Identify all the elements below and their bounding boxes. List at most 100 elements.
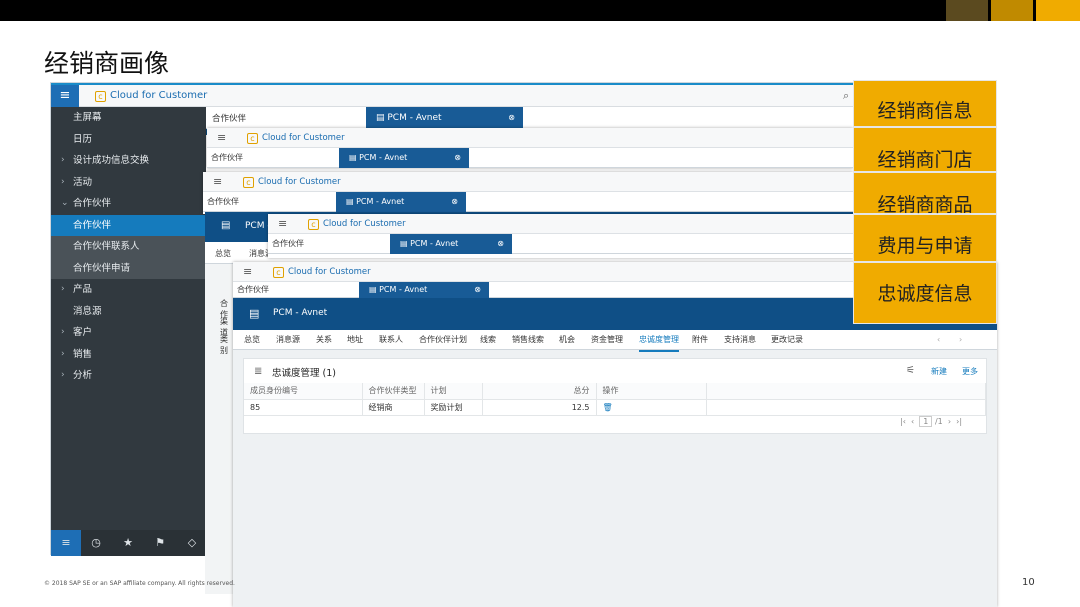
sidebar-item-home[interactable]: 主屏幕 [51,107,206,129]
tab-pcm-avnet[interactable]: ▤ PCM - Avnet ⊗ [339,148,469,168]
sidebar-item-label: 活动 [73,176,93,188]
tab-addresses[interactable]: 地址 [347,330,363,350]
tab-attachments[interactable]: 附件 [692,330,708,350]
tab-change-log[interactable]: 更改记录 [771,330,803,350]
callout-dealer-info: 经销商信息 [853,80,997,127]
empty-cell [706,399,986,416]
loyalty-table: 成员身份编号 合作伙伴类型 计划 总分 操作 85 经销商 奖励计划 12.5 … [244,383,986,416]
sidebar-item-calendar[interactable]: 日历 [51,129,206,151]
tab-partner-programs[interactable]: 合作伙伴计划 [419,330,467,350]
sidebar-item-partner-contacts[interactable]: 合作伙伴联系人 [51,236,206,258]
partner-label: 合作伙伴 [207,197,239,206]
document-icon: ▤ [349,153,360,162]
tab-sales-leads[interactable]: 销售线索 [512,330,544,350]
tab-leads[interactable]: 线索 [480,330,496,350]
hamburger-icon[interactable]: ≡ [213,175,222,188]
sidebar-item-customers[interactable]: › 客户 [51,322,206,344]
sidebar-item-partner-applications[interactable]: 合作伙伴申请 [51,257,206,279]
brand-label: Cloud for Customer [258,177,341,187]
stacked-window: ≡ c Cloud for Customer 合作伙伴 ▤ PCM - Avnet ⊗ [203,172,853,214]
tab-pcm-avnet[interactable]: ▤ PCM - Avnet ⊗ [390,234,512,254]
sidebar-item-feeds[interactable]: 消息源 [51,301,206,323]
sidebar-item-label: 分析 [73,370,93,381]
sidebar-item-partners-group[interactable]: ⌄ 合作伙伴 [51,193,206,215]
callout-dealer-stores: 经销商门店 [853,127,997,172]
main-tab-row: 合作伙伴 ▤ PCM - Avnet ⊗ [206,107,856,129]
tab-pcm-avnet[interactable]: ▤ PCM - Avnet ⊗ [336,192,466,212]
tab-feeds[interactable]: 消息源 [276,330,300,350]
pagination: |‹ ‹ 1 /1 › ›| [900,416,962,427]
chevron-right-icon[interactable]: › [959,330,962,350]
header-title: PCM - [245,221,271,231]
clock-icon[interactable]: ◷ [81,530,111,556]
callout-expenses-claims: 费用与申请 [853,214,997,262]
tab-opportunities[interactable]: 机会 [559,330,575,350]
settings-icon[interactable]: ⚟ [906,365,915,376]
slide-top-bar [0,0,1080,21]
column-header[interactable]: 操作 [596,383,707,400]
sidebar-item-design-win[interactable]: › 设计成功信息交换 [51,150,206,172]
close-icon[interactable]: ⊗ [497,234,504,254]
loyalty-section: ≣ 忠诚度管理 (1) ⚟ 新建 更多 成员身份编号 合作伙伴类型 计划 总分 … [243,358,987,434]
brand-label: Cloud for Customer [110,90,208,101]
column-header[interactable]: 成员身份编号 [244,383,363,400]
sidebar-item-sales[interactable]: › 销售 [51,344,206,366]
chevron-down-icon: ⌄ [61,198,69,208]
tab-fund-management[interactable]: 资金管理 [591,330,623,350]
table-row[interactable]: 85 经销商 奖励计划 12.5 🗑 [244,399,986,416]
sidebar-item-activities[interactable]: › 活动 [51,172,206,194]
document-icon: ▤ [369,285,380,294]
close-icon[interactable]: ⊗ [474,282,481,298]
new-button[interactable]: 新建 [931,366,947,377]
tab-contacts[interactable]: 联系人 [379,330,403,350]
brand: c Cloud for Customer [273,267,371,278]
sidebar-item-partners[interactable]: 合作伙伴 [51,214,206,236]
partner-label: 合作伙伴 [272,239,304,248]
table-icon: ≣ [254,366,263,377]
chevron-left-icon[interactable]: ‹ [937,330,940,350]
brand: c Cloud for Customer [243,177,341,188]
accent-block [991,0,1033,21]
close-icon[interactable]: ⊗ [508,107,515,129]
tab-overview[interactable]: 总览 [244,330,260,350]
prev-page-icon[interactable]: ‹ [911,417,914,426]
search-icon[interactable]: ⌕ [843,89,849,103]
tab-overview[interactable]: 总览 [215,248,231,259]
page-input[interactable]: 1 [919,416,933,427]
hamburger-icon[interactable]: ≡ [217,131,226,144]
tab-loyalty-management[interactable]: 忠诚度管理 [639,330,679,352]
last-page-icon[interactable]: ›| [956,417,962,426]
window-shell-bar: ≡ c Cloud for Customer [207,128,853,148]
first-page-icon[interactable]: |‹ [900,417,906,426]
tag-icon[interactable]: ◇ [177,530,207,556]
hamburger-icon[interactable]: ≡ [278,217,287,230]
tab-pcm-avnet[interactable]: ▤ PCM - Avnet ⊗ [366,107,523,129]
close-icon[interactable]: ⊗ [451,192,458,212]
column-header[interactable]: 计划 [424,383,483,400]
copyright-note: © 2018 SAP SE or an SAP affiliate compan… [44,580,235,587]
hamburger-icon[interactable]: ≡ [51,85,79,107]
more-button[interactable]: 更多 [962,366,978,377]
sidebar-item-products[interactable]: › 产品 [51,279,206,301]
member-id-cell[interactable]: 85 [244,399,363,416]
star-icon[interactable]: ★ [113,530,143,556]
sidebar-item-label: 产品 [73,284,93,295]
trash-icon[interactable]: 🗑 [596,399,707,416]
tab-support-messages[interactable]: 支持消息 [724,330,756,350]
flag-icon[interactable]: ⚑ [145,530,175,556]
page-total: /1 [934,417,943,426]
chevron-right-icon: › [61,327,65,337]
tab-relationships[interactable]: 关系 [316,330,332,350]
column-header[interactable]: 总分 [482,383,597,400]
hamburger-icon[interactable]: ≡ [243,265,252,278]
brand-label: Cloud for Customer [262,133,345,143]
brand[interactable]: c Cloud for Customer [95,90,207,102]
column-header[interactable]: 合作伙伴类型 [362,383,425,400]
sidebar-item-analytics[interactable]: › 分析 [51,365,206,387]
close-icon[interactable]: ⊗ [454,148,461,168]
tab-pcm-avnet[interactable]: ▤ PCM - Avnet ⊗ [359,282,489,298]
plan-cell: 奖励计划 [424,399,483,416]
next-page-icon[interactable]: › [948,417,951,426]
hamburger-icon[interactable]: ≡ [51,530,81,556]
brand: c Cloud for Customer [247,133,345,144]
